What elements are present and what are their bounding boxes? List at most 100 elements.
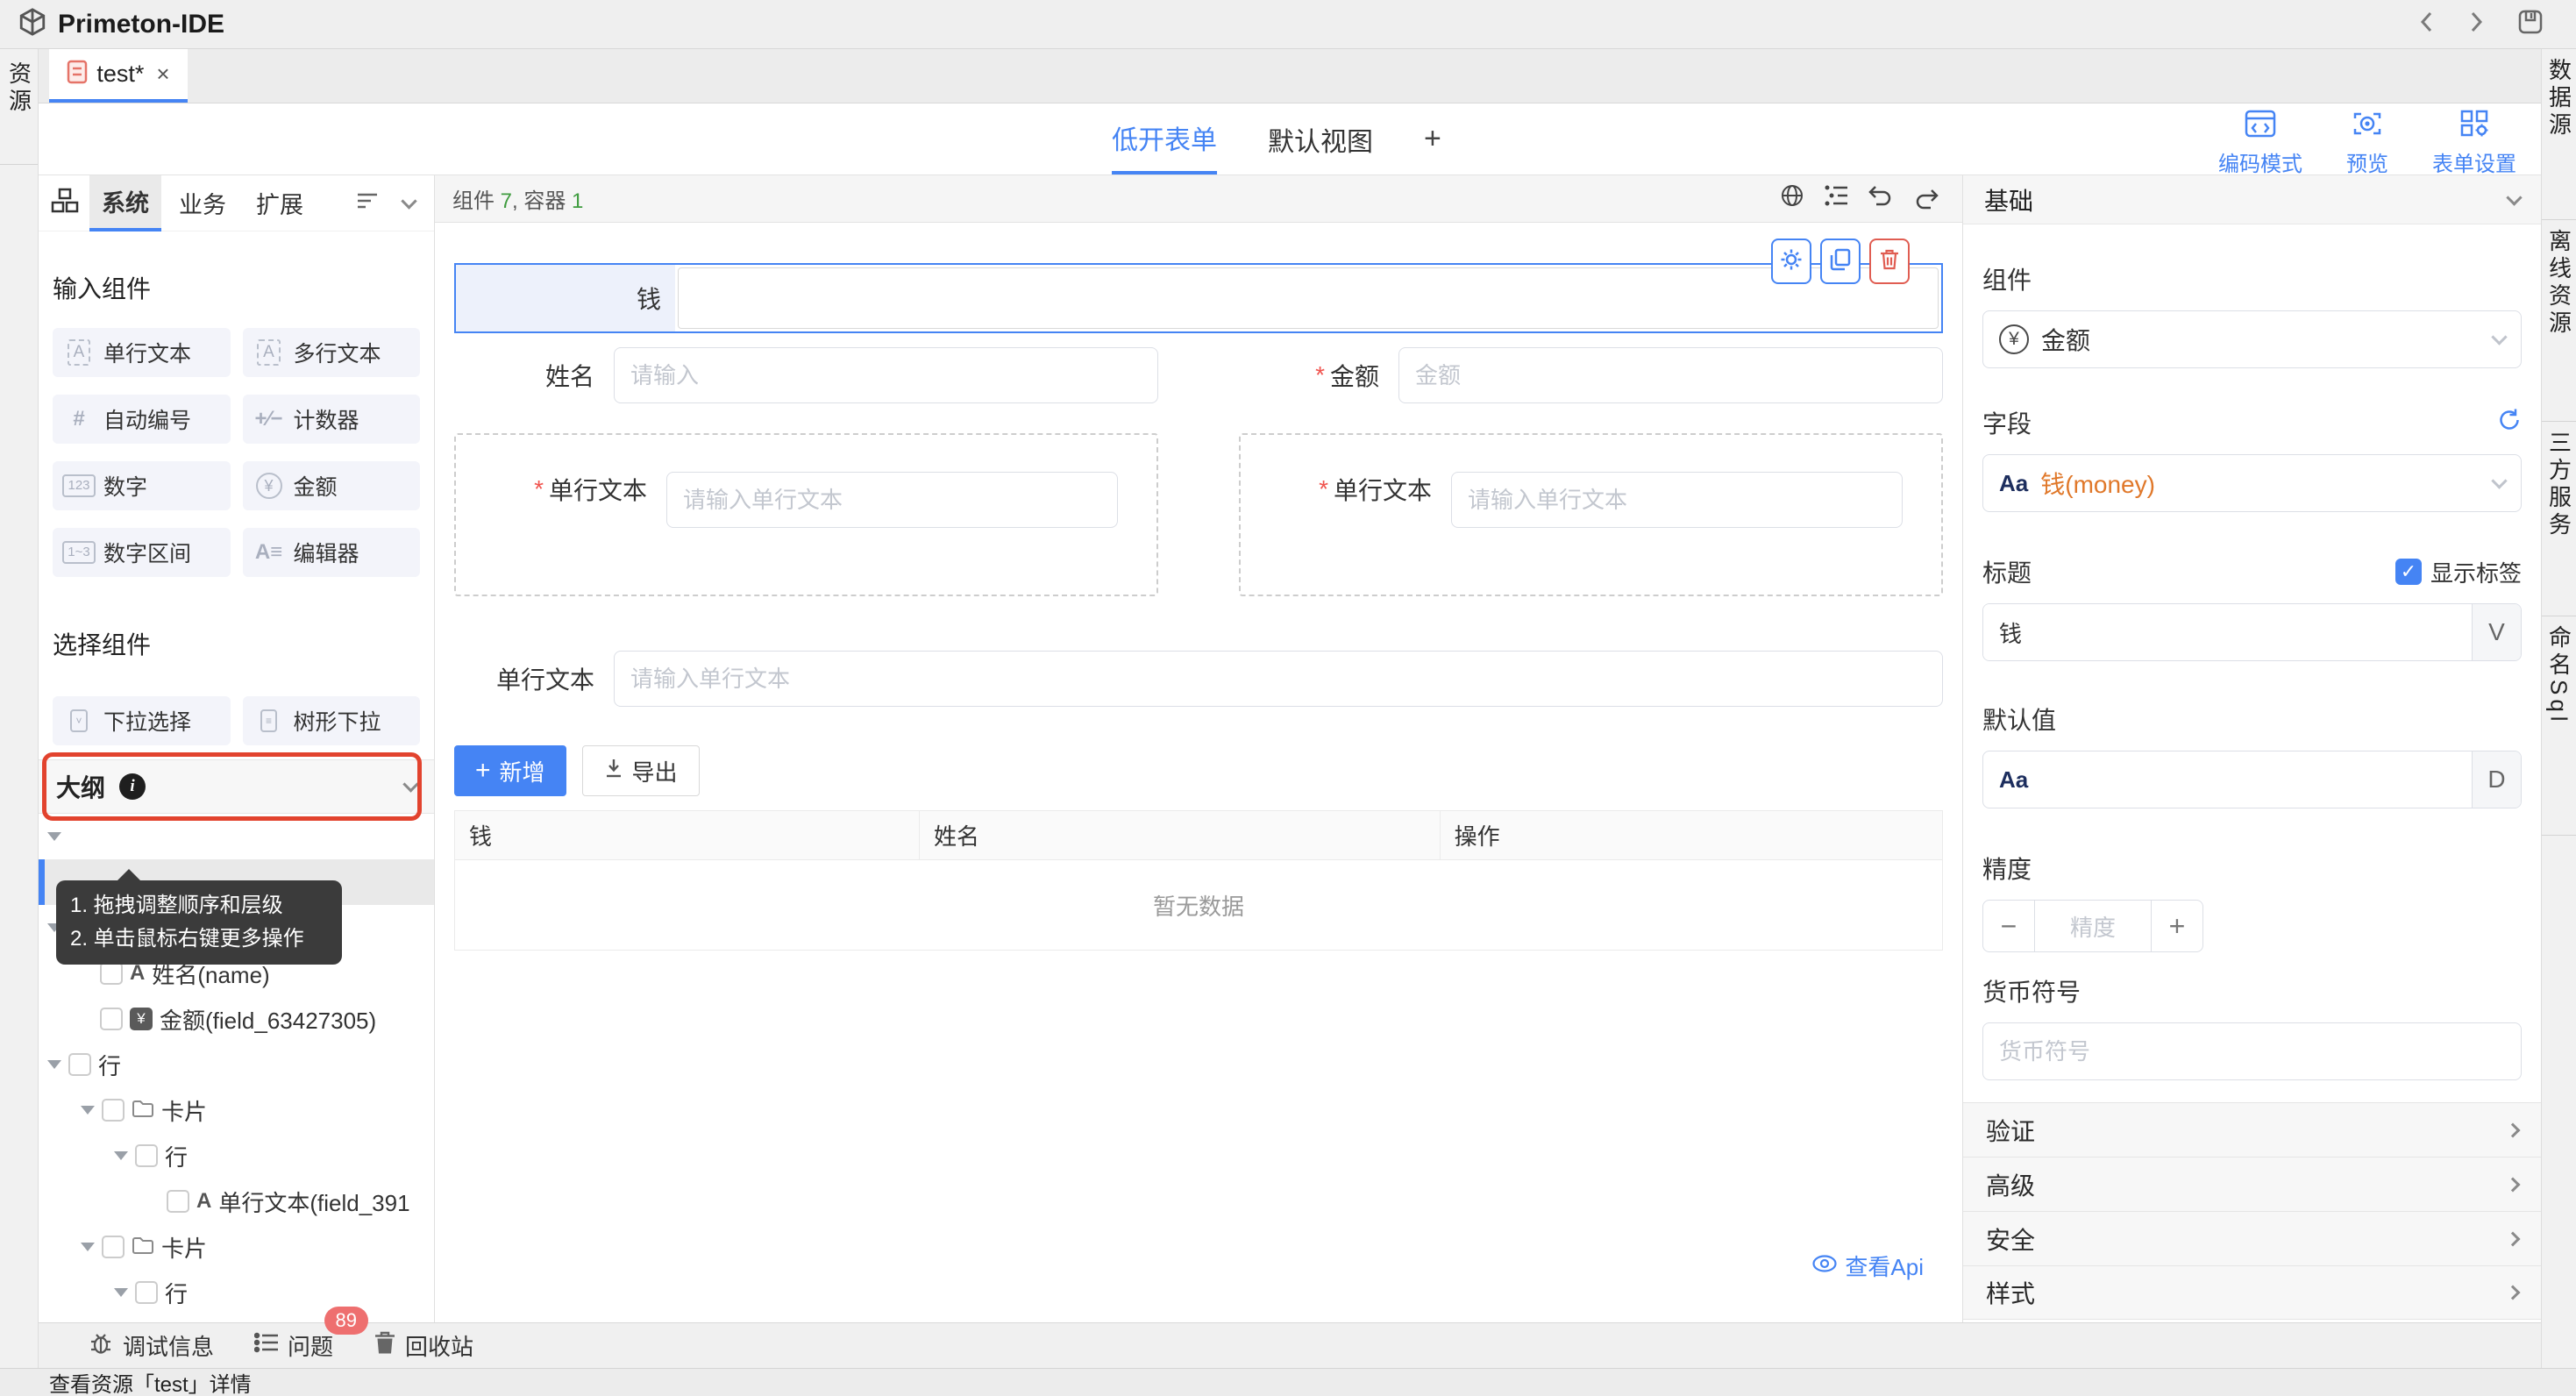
- checkbox[interactable]: [102, 1236, 125, 1258]
- tab-test[interactable]: test* ×: [49, 49, 188, 103]
- name-input[interactable]: [614, 347, 1158, 403]
- globe-icon[interactable]: [1780, 183, 1804, 214]
- component-select[interactable]: ¥ 金额: [1982, 310, 2522, 368]
- default-value-field[interactable]: Aa: [1983, 751, 2472, 808]
- column-header-name[interactable]: 姓名: [920, 811, 1441, 859]
- tree-row-row[interactable]: 行: [39, 1270, 434, 1315]
- section-style[interactable]: 样式: [1963, 1265, 2541, 1320]
- outline-list-icon[interactable]: [1824, 184, 1848, 213]
- caret-down-icon[interactable]: [81, 1243, 95, 1251]
- debug-info-button[interactable]: 调试信息: [88, 1329, 214, 1362]
- caret-down-icon[interactable]: [47, 832, 61, 841]
- checked-checkbox-icon[interactable]: ✓: [2395, 559, 2422, 585]
- rail-item-datasource[interactable]: 数据源: [2542, 49, 2576, 220]
- minus-icon[interactable]: −: [1983, 901, 2034, 951]
- section-security[interactable]: 安全: [1963, 1211, 2541, 1265]
- basic-section-header[interactable]: 基础: [1963, 175, 2541, 224]
- checkbox[interactable]: [68, 1053, 91, 1076]
- components-blocks-icon[interactable]: [51, 188, 79, 218]
- caret-down-icon[interactable]: [47, 1060, 61, 1069]
- palette-item-tree-dropdown[interactable]: ≡树形下拉: [243, 696, 421, 745]
- palette-item-auto-number[interactable]: #自动编号: [53, 395, 231, 444]
- close-icon[interactable]: ×: [156, 61, 169, 88]
- chevron-down-icon[interactable]: [401, 193, 416, 209]
- checkbox[interactable]: [167, 1190, 189, 1213]
- save-icon[interactable]: [2516, 8, 2544, 40]
- rail-item-third-party-services[interactable]: 三方服务: [2542, 422, 2576, 616]
- amount-input[interactable]: [1398, 347, 1943, 403]
- recycle-bin-button[interactable]: 回收站: [374, 1329, 473, 1362]
- title-input[interactable]: [1983, 604, 2472, 660]
- caret-down-icon[interactable]: [81, 1106, 95, 1115]
- title-variable-addon[interactable]: V: [2472, 604, 2521, 660]
- form-settings-button[interactable]: 表单设置: [2432, 110, 2516, 177]
- precision-placeholder[interactable]: 精度: [2034, 901, 2152, 951]
- palette-tab-business[interactable]: 业务: [167, 175, 238, 231]
- palette-item-editor[interactable]: A≡编辑器: [243, 528, 421, 577]
- caret-down-icon[interactable]: [114, 1288, 128, 1297]
- money-input[interactable]: [678, 267, 1939, 329]
- outline-header[interactable]: 大纲 i: [39, 759, 434, 814]
- tree-row-amount-field[interactable]: ¥金额(field_63427305): [39, 996, 434, 1042]
- text-field-row[interactable]: 单行文本: [454, 651, 1943, 707]
- nav-forward-icon[interactable]: [2467, 9, 2485, 39]
- palette-item-number[interactable]: 123数字: [53, 461, 231, 510]
- settings-button[interactable]: [1771, 239, 1811, 284]
- single-line-text-input[interactable]: [1451, 472, 1903, 528]
- refresh-icon[interactable]: [2497, 408, 2522, 438]
- code-mode-button[interactable]: 编码模式: [2218, 110, 2302, 177]
- tree-row-row[interactable]: 行: [39, 1042, 434, 1087]
- tree-row[interactable]: [39, 814, 434, 859]
- plus-icon[interactable]: +: [2152, 901, 2202, 951]
- caret-down-icon[interactable]: [114, 1151, 128, 1160]
- default-value-addon[interactable]: D: [2472, 751, 2521, 808]
- preview-button[interactable]: 预览: [2346, 110, 2388, 177]
- single-line-text-input[interactable]: [614, 651, 1943, 707]
- undo-icon[interactable]: [1868, 184, 1894, 213]
- rail-item-resources[interactable]: 资源: [0, 49, 38, 165]
- add-button[interactable]: +新增: [454, 745, 566, 796]
- view-api-link[interactable]: 查看Api: [1811, 1250, 1924, 1282]
- tree-row-row[interactable]: 行: [39, 1133, 434, 1179]
- palette-item-number-range[interactable]: 1~3数字区间: [53, 528, 231, 577]
- name-field[interactable]: 姓名: [454, 347, 1158, 403]
- add-view-button[interactable]: +: [1424, 103, 1441, 174]
- currency-symbol-input[interactable]: [1982, 1022, 2522, 1080]
- checkbox[interactable]: [135, 1144, 158, 1167]
- checkbox[interactable]: [100, 962, 123, 985]
- tree-row-text-field[interactable]: A单行文本(field_391: [39, 1179, 434, 1224]
- checkbox[interactable]: [100, 1008, 123, 1030]
- checkbox[interactable]: [102, 1099, 125, 1122]
- tree-row-card[interactable]: 卡片: [39, 1224, 434, 1270]
- palette-tab-system[interactable]: 系统: [89, 175, 161, 231]
- tab-default-view[interactable]: 默认视图: [1268, 103, 1373, 174]
- selected-money-component[interactable]: 钱: [454, 263, 1943, 333]
- delete-button[interactable]: [1869, 239, 1910, 284]
- redo-icon[interactable]: [1913, 188, 1939, 210]
- section-advanced[interactable]: 高级: [1963, 1157, 2541, 1211]
- tab-lowcode-form[interactable]: 低开表单: [1112, 103, 1217, 174]
- single-line-text-input[interactable]: [666, 472, 1118, 528]
- copy-button[interactable]: [1820, 239, 1861, 284]
- rail-item-named-sql[interactable]: 命名Sql: [2542, 616, 2576, 836]
- card-container[interactable]: *单行文本: [454, 433, 1158, 596]
- show-label-toggle[interactable]: ✓ 显示标签: [2395, 556, 2522, 588]
- field-select[interactable]: Aa 钱(money): [1982, 454, 2522, 512]
- tree-row-card[interactable]: 卡片: [39, 1087, 434, 1133]
- palette-item-counter[interactable]: +∕−计数器: [243, 395, 421, 444]
- palette-tab-extension[interactable]: 扩展: [244, 175, 316, 231]
- palette-item-multi-line-text[interactable]: A多行文本: [243, 328, 421, 377]
- palette-item-amount[interactable]: ¥金额: [243, 461, 421, 510]
- card-container[interactable]: *单行文本: [1239, 433, 1943, 596]
- chevron-down-icon[interactable]: [402, 776, 418, 792]
- sort-list-icon[interactable]: [356, 191, 379, 215]
- problems-button[interactable]: 问题 89: [254, 1329, 333, 1362]
- export-button[interactable]: 导出: [582, 745, 700, 796]
- checkbox[interactable]: [135, 1281, 158, 1304]
- rail-item-offline-resources[interactable]: 离线资源: [2542, 220, 2576, 422]
- column-header-actions[interactable]: 操作: [1441, 811, 1942, 859]
- palette-item-single-line-text[interactable]: A单行文本: [53, 328, 231, 377]
- column-header-money[interactable]: 钱: [455, 811, 920, 859]
- info-icon[interactable]: i: [119, 773, 146, 800]
- palette-item-dropdown-select[interactable]: ˅下拉选择: [53, 696, 231, 745]
